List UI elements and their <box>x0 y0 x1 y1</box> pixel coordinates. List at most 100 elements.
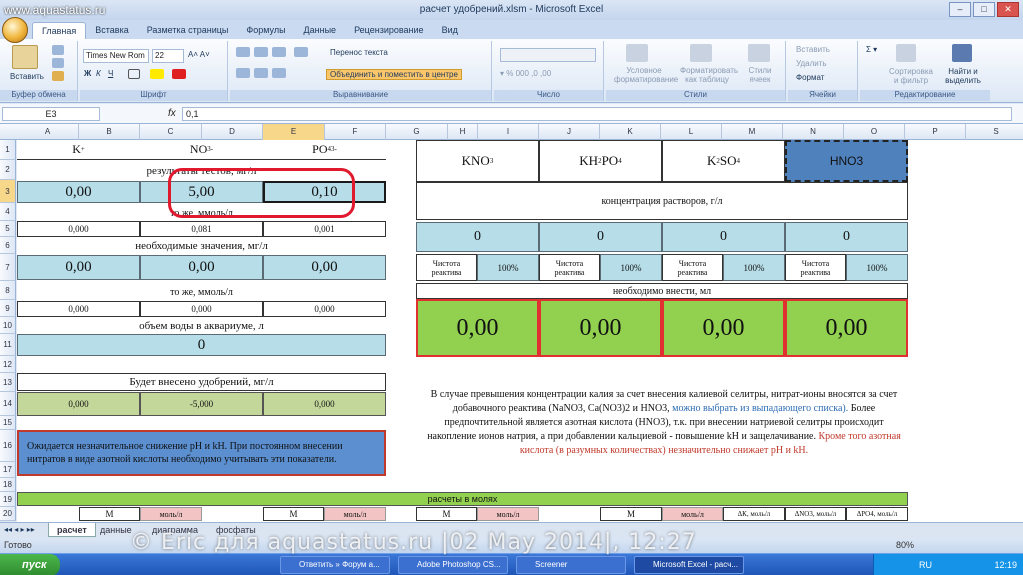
row-header[interactable]: 8 <box>0 281 16 300</box>
row-header[interactable]: 17 <box>0 462 16 478</box>
align-left-icon[interactable] <box>236 68 250 78</box>
purity-k2so4[interactable]: 100% <box>723 254 785 281</box>
row-header[interactable]: 13 <box>0 373 16 392</box>
office-button[interactable] <box>2 17 28 43</box>
align-center-icon[interactable] <box>254 68 268 78</box>
name-box[interactable]: E3 <box>2 107 100 121</box>
row-header[interactable]: 12 <box>0 356 16 373</box>
conc-k2so4[interactable]: 0 <box>662 222 785 252</box>
align-middle-icon[interactable] <box>254 47 268 57</box>
format-table-button[interactable]: Форматировать как таблицу <box>680 66 738 84</box>
row-header[interactable]: 15 <box>0 416 16 430</box>
italic-icon[interactable]: К <box>96 69 101 78</box>
binoculars-icon[interactable] <box>952 44 972 62</box>
cut-icon[interactable] <box>52 45 64 55</box>
row-header[interactable]: 11 <box>0 334 16 356</box>
sum-icon[interactable]: Σ ▾ <box>866 45 877 54</box>
font-color-icon[interactable] <box>172 69 186 79</box>
sort-filter-button[interactable]: Сортировка и фильтр <box>886 67 936 85</box>
align-bottom-icon[interactable] <box>272 47 286 57</box>
column-header[interactable]: K <box>600 124 661 140</box>
row-header[interactable]: 1 <box>0 140 16 160</box>
needed-po4-value[interactable]: 0,00 <box>263 255 386 280</box>
row-header[interactable]: 6 <box>0 237 16 254</box>
grow-font-icon[interactable]: A˄ A˅ <box>188 50 210 59</box>
orientation-icon[interactable] <box>294 47 308 57</box>
cell-styles-button[interactable]: Стили ячеек <box>742 66 778 84</box>
find-select-button[interactable]: Найти и выделить <box>940 67 986 85</box>
column-header[interactable]: G <box>386 124 448 140</box>
row-header[interactable]: 5 <box>0 221 16 237</box>
delete-cells-button[interactable]: Удалить <box>796 59 827 68</box>
sort-filter-icon[interactable] <box>896 44 916 62</box>
sheet-tab-calc[interactable]: расчет <box>48 523 96 537</box>
test-k-value[interactable]: 0,00 <box>17 181 140 203</box>
close-button[interactable]: ✕ <box>997 2 1019 17</box>
conc-kno3[interactable]: 0 <box>416 222 539 252</box>
column-header[interactable]: A <box>17 124 79 140</box>
percent-icon[interactable]: ▾ % 000 ,0 ,00 <box>500 69 551 78</box>
zoom-level[interactable]: 80% <box>896 538 914 553</box>
needed-no3-value[interactable]: 0,00 <box>140 255 263 280</box>
taskbar-item-forum[interactable]: Ответить » Форум а... <box>280 556 390 574</box>
column-header[interactable]: J <box>539 124 600 140</box>
format-cells-button[interactable]: Формат <box>796 73 824 82</box>
column-header[interactable]: H <box>448 124 478 140</box>
column-header[interactable]: F <box>325 124 386 140</box>
sheet-nav-icon[interactable]: ◂◂ ◂ ▸ ▸▸ <box>4 525 35 534</box>
tab-view[interactable]: Вид <box>433 22 467 39</box>
row-header[interactable]: 19 <box>0 492 16 507</box>
needed-k-value[interactable]: 0,00 <box>17 255 140 280</box>
row-header[interactable]: 3 <box>0 180 16 203</box>
number-format-select[interactable] <box>500 48 596 62</box>
tab-formulas[interactable]: Формулы <box>237 22 294 39</box>
row-header[interactable]: 20 <box>0 507 16 521</box>
purity-kno3[interactable]: 100% <box>477 254 539 281</box>
lang-indicator[interactable]: RU <box>919 560 932 570</box>
column-header[interactable]: N <box>783 124 844 140</box>
minimize-button[interactable]: – <box>949 2 971 17</box>
fill-color-icon[interactable] <box>150 69 164 79</box>
tab-review[interactable]: Рецензирование <box>345 22 433 39</box>
bold-icon[interactable]: Ж <box>84 69 91 78</box>
maximize-button[interactable]: □ <box>973 2 995 17</box>
align-right-icon[interactable] <box>272 68 286 78</box>
water-value[interactable]: 0 <box>17 334 386 356</box>
column-header[interactable]: L <box>661 124 722 140</box>
conc-kh2po4[interactable]: 0 <box>539 222 662 252</box>
paste-button[interactable]: Вставить <box>10 72 44 81</box>
borders-icon[interactable] <box>128 69 140 79</box>
cond-format-button[interactable]: Условное форматирование <box>614 66 678 84</box>
font-size-select[interactable]: 22 <box>152 49 184 63</box>
formula-input[interactable]: 0,1 <box>182 107 1012 121</box>
column-header[interactable]: S <box>966 124 1023 140</box>
column-header[interactable]: E <box>263 124 325 140</box>
row-header[interactable]: 14 <box>0 392 16 416</box>
row-header[interactable]: 4 <box>0 203 16 221</box>
purity-kh2po4[interactable]: 100% <box>600 254 662 281</box>
conc-hno3[interactable]: 0 <box>785 222 908 252</box>
paste-icon[interactable] <box>12 45 38 69</box>
column-header[interactable]: B <box>79 124 140 140</box>
salt-hno3-select[interactable]: HNO3 <box>785 140 908 182</box>
tab-home[interactable]: Главная <box>32 22 87 39</box>
taskbar-item-excel[interactable]: Microsoft Excel - расч... <box>634 556 744 574</box>
taskbar-item-photoshop[interactable]: Adobe Photoshop CS... <box>398 556 508 574</box>
underline-icon[interactable]: Ч <box>108 69 113 78</box>
merge-center-button[interactable]: Объединить и поместить в центре <box>326 69 462 80</box>
row-header[interactable]: 18 <box>0 478 16 492</box>
column-header[interactable]: D <box>202 124 263 140</box>
cell-styles-icon[interactable] <box>748 44 770 62</box>
align-top-icon[interactable] <box>236 47 250 57</box>
row-header[interactable]: 2 <box>0 160 16 180</box>
column-header[interactable]: C <box>140 124 202 140</box>
column-header[interactable]: I <box>478 124 539 140</box>
row-header[interactable]: 7 <box>0 254 16 281</box>
tab-insert[interactable]: Вставка <box>86 22 137 39</box>
row-header[interactable]: 9 <box>0 300 16 317</box>
column-header[interactable]: M <box>722 124 783 140</box>
row-header[interactable]: 10 <box>0 317 16 334</box>
wrap-text-button[interactable]: Перенос текста <box>330 48 388 57</box>
format-table-icon[interactable] <box>690 44 712 62</box>
fx-icon[interactable]: fx <box>168 108 176 119</box>
